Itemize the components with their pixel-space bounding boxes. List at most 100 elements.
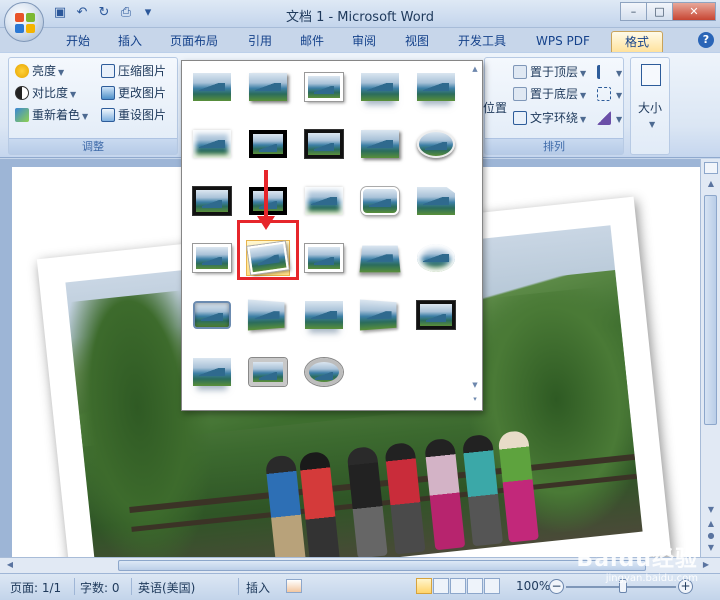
- picture-style-option[interactable]: [190, 354, 234, 390]
- picture-style-option[interactable]: [190, 69, 234, 105]
- tab-page-layout[interactable]: 页面布局: [162, 31, 226, 52]
- picture-style-preview: [359, 245, 401, 273]
- window-title: 文档 1 - Microsoft Word: [285, 10, 435, 25]
- align-button[interactable]: ▼: [597, 62, 622, 82]
- rotate-button[interactable]: ▼: [597, 108, 622, 128]
- gallery-scroll-down-icon[interactable]: ▼: [470, 381, 480, 389]
- picture-style-preview: [305, 130, 343, 158]
- close-button[interactable]: ✕: [672, 2, 716, 21]
- size-dropdown-icon[interactable]: ▼: [649, 120, 655, 129]
- picture-style-option[interactable]: [190, 183, 234, 219]
- scroll-left-icon[interactable]: ◀: [4, 560, 16, 569]
- picture-style-option[interactable]: [302, 354, 346, 390]
- horizontal-scroll-thumb[interactable]: [118, 560, 646, 571]
- picture-style-option[interactable]: [358, 69, 402, 105]
- status-separator: [74, 578, 75, 595]
- tab-format[interactable]: 格式: [611, 31, 663, 52]
- compress-pictures-button[interactable]: 压缩图片: [101, 61, 166, 81]
- tab-references[interactable]: 引用: [240, 31, 280, 52]
- tab-mailings[interactable]: 邮件: [292, 31, 332, 52]
- send-to-back-button[interactable]: 置于底层 ▼: [513, 84, 586, 104]
- tab-home[interactable]: 开始: [58, 31, 98, 52]
- tab-insert[interactable]: 插入: [110, 31, 150, 52]
- contrast-button[interactable]: 对比度 ▼: [15, 83, 76, 103]
- picture-style-option[interactable]: [190, 297, 234, 333]
- picture-style-option[interactable]: [246, 297, 290, 333]
- text-wrap-button[interactable]: 文字环绕 ▼: [513, 108, 586, 128]
- tab-review[interactable]: 审阅: [344, 31, 384, 52]
- help-icon[interactable]: ?: [698, 32, 714, 48]
- gallery-scrollbar[interactable]: ▲ ▼ ▾: [470, 63, 480, 408]
- picture-style-option[interactable]: [246, 69, 290, 105]
- picture-style-option[interactable]: [358, 183, 402, 219]
- zoom-level[interactable]: 100%: [516, 579, 550, 593]
- picture-style-option[interactable]: [302, 240, 346, 276]
- gallery-scroll-up-icon[interactable]: ▲: [470, 65, 480, 73]
- vertical-scroll-thumb[interactable]: [704, 195, 717, 425]
- ruler-toggle-button[interactable]: [704, 162, 718, 174]
- next-page-icon[interactable]: ▼: [705, 543, 717, 552]
- status-separator: [238, 578, 239, 595]
- picture-style-option[interactable]: [414, 183, 458, 219]
- bring-front-icon: [513, 65, 527, 79]
- full-screen-reading-view-icon[interactable]: [433, 578, 449, 594]
- brightness-button[interactable]: 亮度 ▼: [15, 61, 64, 81]
- size-button[interactable]: 大小: [638, 98, 662, 118]
- align-icon: [597, 65, 611, 79]
- picture-style-option[interactable]: [302, 126, 346, 162]
- reset-picture-button[interactable]: 重设图片: [101, 105, 166, 125]
- change-picture-button[interactable]: 更改图片: [101, 83, 166, 103]
- picture-style-option[interactable]: [190, 126, 234, 162]
- select-browse-object-icon[interactable]: ●: [705, 531, 717, 540]
- picture-style-option[interactable]: [414, 126, 458, 162]
- minimize-button[interactable]: –: [620, 2, 647, 21]
- macro-record-icon[interactable]: [286, 579, 302, 593]
- print-layout-view-icon[interactable]: [416, 578, 432, 594]
- picture-style-option[interactable]: [246, 183, 290, 219]
- picture-style-option[interactable]: [358, 297, 402, 333]
- scroll-up-icon[interactable]: ▲: [705, 179, 717, 188]
- picture-style-preview: [249, 130, 287, 158]
- vertical-scrollbar[interactable]: ▲ ▼ ▲ ● ▼: [700, 159, 720, 557]
- photo-person-2: [298, 450, 340, 557]
- scroll-down-icon[interactable]: ▼: [705, 505, 717, 514]
- draft-view-icon[interactable]: [484, 578, 500, 594]
- picture-styles-gallery[interactable]: ▲ ▼ ▾: [181, 60, 483, 411]
- tab-wps-pdf[interactable]: WPS PDF: [528, 31, 598, 52]
- bring-to-front-button[interactable]: 置于顶层 ▼: [513, 62, 586, 82]
- outline-view-icon[interactable]: [467, 578, 483, 594]
- brightness-icon: [15, 64, 29, 78]
- group-objects-button[interactable]: ▼: [597, 84, 622, 104]
- picture-style-option[interactable]: [358, 240, 402, 276]
- status-language[interactable]: 英语(美国): [138, 579, 195, 596]
- zoom-out-icon[interactable]: −: [549, 579, 564, 594]
- gallery-more-icon[interactable]: ▾: [470, 395, 480, 403]
- picture-style-option[interactable]: [414, 69, 458, 105]
- office-button[interactable]: [4, 2, 44, 42]
- group-size: 大小 ▼: [630, 57, 670, 155]
- scroll-right-icon[interactable]: ▶: [700, 560, 712, 569]
- picture-style-preview: [361, 130, 399, 158]
- picture-style-option[interactable]: [414, 297, 458, 333]
- recolor-button[interactable]: 重新着色 ▼: [15, 105, 88, 125]
- picture-style-option[interactable]: [358, 126, 402, 162]
- picture-style-option[interactable]: [302, 297, 346, 333]
- window-controls: – □ ✕: [620, 2, 716, 21]
- picture-style-option[interactable]: [246, 126, 290, 162]
- picture-style-option[interactable]: [414, 240, 458, 276]
- picture-style-option[interactable]: [246, 354, 290, 390]
- picture-style-preview: [417, 301, 455, 329]
- prev-page-icon[interactable]: ▲: [705, 519, 717, 528]
- web-layout-view-icon[interactable]: [450, 578, 466, 594]
- status-insert-mode[interactable]: 插入: [246, 579, 270, 596]
- picture-style-option[interactable]: [302, 69, 346, 105]
- maximize-button[interactable]: □: [646, 2, 673, 21]
- picture-style-option[interactable]: [190, 240, 234, 276]
- status-page[interactable]: 页面: 1/1: [10, 579, 61, 596]
- tab-view[interactable]: 视图: [397, 31, 437, 52]
- status-word-count[interactable]: 字数: 0: [80, 579, 120, 596]
- picture-style-option[interactable]: [302, 183, 346, 219]
- picture-style-preview: [359, 299, 397, 331]
- position-button[interactable]: 位置: [483, 98, 507, 118]
- tab-developer[interactable]: 开发工具: [450, 31, 514, 52]
